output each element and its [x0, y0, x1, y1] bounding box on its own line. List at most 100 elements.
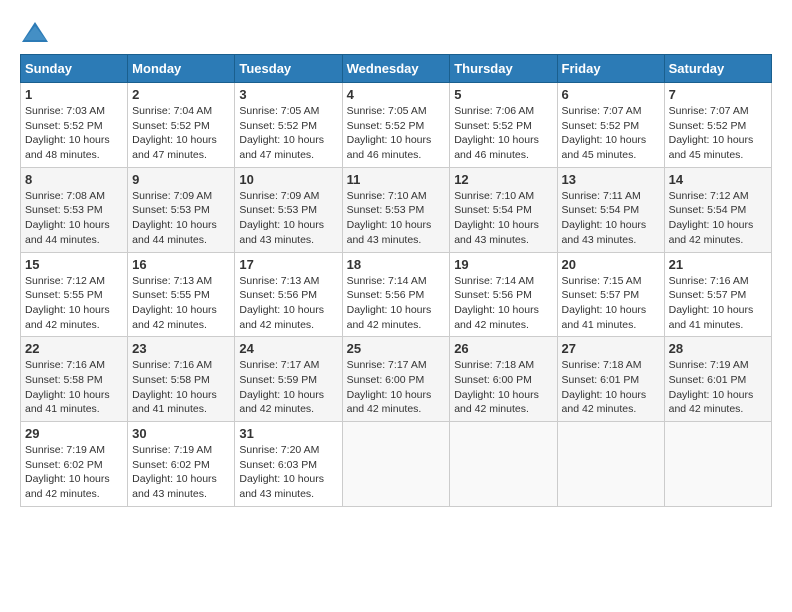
calendar-cell: 10 Sunrise: 7:09 AM Sunset: 5:53 PM Dayli…: [235, 167, 342, 252]
calendar-week-3: 15 Sunrise: 7:12 AM Sunset: 5:55 PM Dayli…: [21, 252, 772, 337]
day-info: Sunrise: 7:04 AM Sunset: 5:52 PM Dayligh…: [132, 104, 230, 163]
day-number: 18: [347, 257, 446, 272]
calendar-cell: 27 Sunrise: 7:18 AM Sunset: 6:01 PM Dayli…: [557, 337, 664, 422]
calendar-week-1: 1 Sunrise: 7:03 AM Sunset: 5:52 PM Daylig…: [21, 83, 772, 168]
day-info: Sunrise: 7:18 AM Sunset: 6:01 PM Dayligh…: [562, 358, 660, 417]
calendar-cell: 25 Sunrise: 7:17 AM Sunset: 6:00 PM Dayli…: [342, 337, 450, 422]
day-info: Sunrise: 7:16 AM Sunset: 5:58 PM Dayligh…: [132, 358, 230, 417]
day-number: 1: [25, 87, 123, 102]
calendar-cell: 9 Sunrise: 7:09 AM Sunset: 5:53 PM Daylig…: [128, 167, 235, 252]
calendar-cell: 13 Sunrise: 7:11 AM Sunset: 5:54 PM Dayli…: [557, 167, 664, 252]
day-number: 11: [347, 172, 446, 187]
day-number: 23: [132, 341, 230, 356]
day-number: 25: [347, 341, 446, 356]
day-info: Sunrise: 7:07 AM Sunset: 5:52 PM Dayligh…: [669, 104, 767, 163]
day-number: 24: [239, 341, 337, 356]
day-number: 9: [132, 172, 230, 187]
calendar-cell: 29Sunrise: 7:19 AM Sunset: 6:02 PM Dayli…: [21, 422, 128, 507]
day-info: Sunrise: 7:13 AM Sunset: 5:56 PM Dayligh…: [239, 274, 337, 333]
day-info: Sunrise: 7:09 AM Sunset: 5:53 PM Dayligh…: [239, 189, 337, 248]
calendar-cell: 20 Sunrise: 7:15 AM Sunset: 5:57 PM Dayli…: [557, 252, 664, 337]
day-number: 15: [25, 257, 123, 272]
calendar-cell: 18 Sunrise: 7:14 AM Sunset: 5:56 PM Dayli…: [342, 252, 450, 337]
day-number: 13: [562, 172, 660, 187]
calendar-cell: 4 Sunrise: 7:05 AM Sunset: 5:52 PM Daylig…: [342, 83, 450, 168]
page-header: [20, 20, 772, 44]
calendar-cell: 1 Sunrise: 7:03 AM Sunset: 5:52 PM Daylig…: [21, 83, 128, 168]
day-info: Sunrise: 7:05 AM Sunset: 5:52 PM Dayligh…: [347, 104, 446, 163]
day-number: 7: [669, 87, 767, 102]
day-number: 10: [239, 172, 337, 187]
day-info: Sunrise: 7:08 AM Sunset: 5:53 PM Dayligh…: [25, 189, 123, 248]
day-number: 16: [132, 257, 230, 272]
calendar-header-sunday: Sunday: [21, 55, 128, 83]
calendar-header-row: SundayMondayTuesdayWednesdayThursdayFrid…: [21, 55, 772, 83]
day-info: Sunrise: 7:13 AM Sunset: 5:55 PM Dayligh…: [132, 274, 230, 333]
day-info: Sunrise: 7:17 AM Sunset: 6:00 PM Dayligh…: [347, 358, 446, 417]
calendar-cell: 5Sunrise: 7:06 AM Sunset: 5:52 PM Daylig…: [450, 83, 557, 168]
calendar-header-wednesday: Wednesday: [342, 55, 450, 83]
day-info: Sunrise: 7:19 AM Sunset: 6:02 PM Dayligh…: [132, 443, 230, 502]
calendar-cell: 23 Sunrise: 7:16 AM Sunset: 5:58 PM Dayli…: [128, 337, 235, 422]
day-number: 26: [454, 341, 552, 356]
day-info: Sunrise: 7:09 AM Sunset: 5:53 PM Dayligh…: [132, 189, 230, 248]
day-info: Sunrise: 7:15 AM Sunset: 5:57 PM Dayligh…: [562, 274, 660, 333]
day-info: Sunrise: 7:20 AM Sunset: 6:03 PM Dayligh…: [239, 443, 337, 502]
day-info: Sunrise: 7:16 AM Sunset: 5:58 PM Dayligh…: [25, 358, 123, 417]
calendar-cell: 26 Sunrise: 7:18 AM Sunset: 6:00 PM Dayli…: [450, 337, 557, 422]
calendar-cell: 21Sunrise: 7:16 AM Sunset: 5:57 PM Dayli…: [664, 252, 771, 337]
day-number: 29: [25, 426, 123, 441]
day-info: Sunrise: 7:17 AM Sunset: 5:59 PM Dayligh…: [239, 358, 337, 417]
day-number: 12: [454, 172, 552, 187]
day-info: Sunrise: 7:07 AM Sunset: 5:52 PM Dayligh…: [562, 104, 660, 163]
day-info: Sunrise: 7:14 AM Sunset: 5:56 PM Dayligh…: [347, 274, 446, 333]
calendar-cell: 11Sunrise: 7:10 AM Sunset: 5:53 PM Dayli…: [342, 167, 450, 252]
logo-icon: [20, 20, 50, 44]
calendar-header-monday: Monday: [128, 55, 235, 83]
logo: [20, 20, 54, 44]
calendar-cell: 2Sunrise: 7:04 AM Sunset: 5:52 PM Daylig…: [128, 83, 235, 168]
day-number: 17: [239, 257, 337, 272]
day-number: 8: [25, 172, 123, 187]
calendar-cell: 24 Sunrise: 7:17 AM Sunset: 5:59 PM Dayli…: [235, 337, 342, 422]
day-number: 21: [669, 257, 767, 272]
calendar-week-4: 22 Sunrise: 7:16 AM Sunset: 5:58 PM Dayli…: [21, 337, 772, 422]
day-info: Sunrise: 7:12 AM Sunset: 5:55 PM Dayligh…: [25, 274, 123, 333]
day-number: 14: [669, 172, 767, 187]
day-info: Sunrise: 7:11 AM Sunset: 5:54 PM Dayligh…: [562, 189, 660, 248]
day-number: 3: [239, 87, 337, 102]
day-info: Sunrise: 7:06 AM Sunset: 5:52 PM Dayligh…: [454, 104, 552, 163]
day-info: Sunrise: 7:19 AM Sunset: 6:01 PM Dayligh…: [669, 358, 767, 417]
calendar-cell: 14Sunrise: 7:12 AM Sunset: 5:54 PM Dayli…: [664, 167, 771, 252]
day-number: 31: [239, 426, 337, 441]
day-info: Sunrise: 7:03 AM Sunset: 5:52 PM Dayligh…: [25, 104, 123, 163]
calendar-cell: 8 Sunrise: 7:08 AM Sunset: 5:53 PM Daylig…: [21, 167, 128, 252]
calendar-cell: 16 Sunrise: 7:13 AM Sunset: 5:55 PM Dayli…: [128, 252, 235, 337]
calendar-cell: [557, 422, 664, 507]
day-info: Sunrise: 7:14 AM Sunset: 5:56 PM Dayligh…: [454, 274, 552, 333]
day-info: Sunrise: 7:10 AM Sunset: 5:54 PM Dayligh…: [454, 189, 552, 248]
calendar-cell: 30Sunrise: 7:19 AM Sunset: 6:02 PM Dayli…: [128, 422, 235, 507]
day-number: 27: [562, 341, 660, 356]
day-number: 20: [562, 257, 660, 272]
calendar-header-friday: Friday: [557, 55, 664, 83]
calendar-table: SundayMondayTuesdayWednesdayThursdayFrid…: [20, 54, 772, 507]
calendar-cell: 12 Sunrise: 7:10 AM Sunset: 5:54 PM Dayli…: [450, 167, 557, 252]
calendar-cell: 15 Sunrise: 7:12 AM Sunset: 5:55 PM Dayli…: [21, 252, 128, 337]
day-number: 4: [347, 87, 446, 102]
calendar-cell: [664, 422, 771, 507]
day-info: Sunrise: 7:05 AM Sunset: 5:52 PM Dayligh…: [239, 104, 337, 163]
calendar-cell: 28Sunrise: 7:19 AM Sunset: 6:01 PM Dayli…: [664, 337, 771, 422]
calendar-week-5: 29 Sunrise: 7:19 AM Sunset: 6:02 PM Dayli…: [21, 422, 772, 507]
day-number: 6: [562, 87, 660, 102]
calendar-header-saturday: Saturday: [664, 55, 771, 83]
calendar-cell: 22 Sunrise: 7:16 AM Sunset: 5:58 PM Dayli…: [21, 337, 128, 422]
day-info: Sunrise: 7:18 AM Sunset: 6:00 PM Dayligh…: [454, 358, 552, 417]
calendar-header-thursday: Thursday: [450, 55, 557, 83]
calendar-cell: 31 Sunrise: 7:20 AM Sunset: 6:03 PM Dayli…: [235, 422, 342, 507]
day-number: 22: [25, 341, 123, 356]
day-number: 19: [454, 257, 552, 272]
calendar-cell: [450, 422, 557, 507]
calendar-cell: 7 Sunrise: 7:07 AM Sunset: 5:52 PM Daylig…: [664, 83, 771, 168]
calendar-header-tuesday: Tuesday: [235, 55, 342, 83]
